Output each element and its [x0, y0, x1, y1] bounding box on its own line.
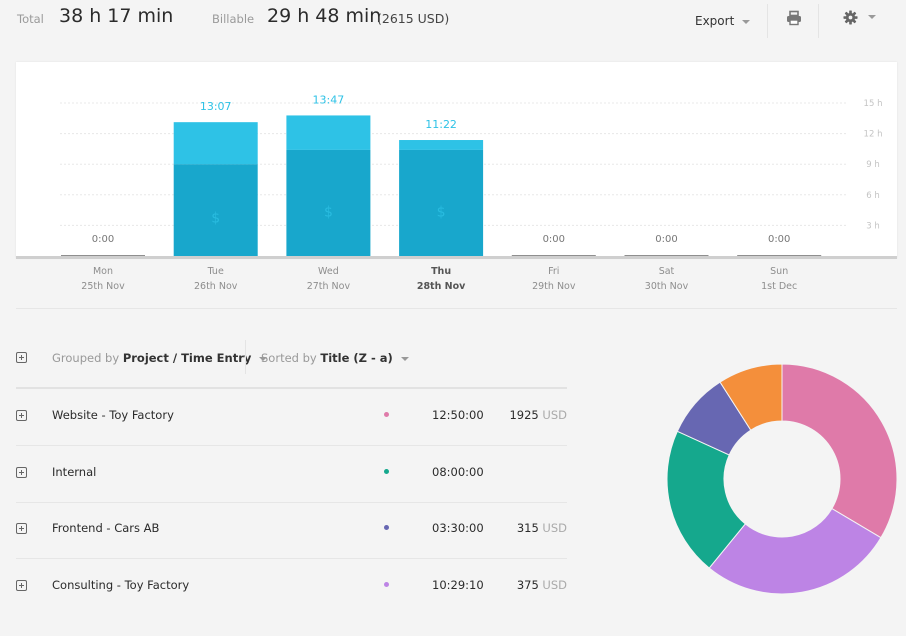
project-color-dot [384, 582, 389, 587]
non-billable-bar-segment [286, 115, 371, 150]
project-time: 03:30:00 [432, 521, 484, 535]
bar-total-label: 13:07 [200, 100, 232, 113]
date-label: 27th Nov [306, 281, 351, 292]
bar-total-label: 0:00 [655, 234, 677, 245]
list-toolbar: Grouped by Project / Time Entry Sorted b… [0, 340, 580, 374]
chevron-down-icon [400, 356, 409, 361]
weekday-label: Mon [92, 266, 114, 277]
project-row[interactable]: Consulting - Toy Factory 10:29:10 375 US… [0, 578, 580, 636]
dollar-icon: $ [324, 204, 333, 220]
plus-square-icon[interactable] [16, 352, 27, 363]
weekday-label: Fri [548, 266, 560, 277]
chart-baseline [16, 256, 897, 259]
project-name[interactable]: Consulting - Toy Factory [52, 578, 189, 592]
bar-total-label: 11:22 [425, 118, 457, 131]
bar-total-label: 0:00 [543, 234, 565, 245]
project-amount: 1925 USD [509, 408, 567, 422]
date-label: 30th Nov [644, 281, 689, 292]
dollar-icon: $ [437, 204, 446, 220]
divider [16, 308, 897, 309]
x-axis-day-label[interactable]: Tue 26th Nov [171, 264, 261, 294]
project-color-dot [384, 469, 389, 474]
date-label: 26th Nov [193, 281, 238, 292]
expand-icon[interactable] [16, 523, 27, 534]
non-billable-bar-segment [173, 122, 258, 165]
billable-bar-segment [286, 149, 371, 256]
date-label: 1st Dec [761, 281, 798, 292]
sort-by-prefix: Sorted by [261, 351, 317, 365]
weekly-bar-chart: 3 h 6 h 9 h 12 h 15 h 0:00 $13:07 $13:47 $11:22 0… [60, 93, 883, 258]
sort-by-dropdown[interactable]: Sorted by Title (Z - a) [261, 351, 409, 365]
x-axis-day-label[interactable]: Mon 25th Nov [58, 264, 148, 294]
weekday-label: Sun [770, 266, 789, 277]
bar-total-label: 0:00 [92, 234, 114, 245]
project-color-dot [384, 525, 389, 530]
x-axis-day-label[interactable]: Wed 27th Nov [283, 264, 373, 294]
group-by-prefix: Grouped by [52, 351, 120, 365]
project-row[interactable]: Website - Toy Factory 12:50:00 1925 USD [0, 408, 580, 466]
billable-bar-segment [399, 149, 484, 256]
y-tick-label: 3 h [866, 221, 880, 231]
y-tick-label: 12 h [864, 130, 883, 140]
x-axis-day-label[interactable]: Fri 29th Nov [509, 264, 599, 294]
project-donut-chart [666, 363, 898, 595]
y-tick-label: 9 h [866, 160, 880, 170]
row-divider [16, 502, 567, 503]
x-axis-day-label[interactable]: Sat 30th Nov [622, 264, 712, 294]
project-color-dot [384, 412, 389, 417]
expand-icon[interactable] [16, 580, 27, 591]
project-amount: 375 USD [517, 578, 567, 592]
project-name[interactable]: Website - Toy Factory [52, 408, 174, 422]
x-axis-day-label[interactable]: Thu 28th Nov [396, 264, 486, 294]
weekday-label: Sat [658, 266, 675, 277]
y-tick-label: 15 h [864, 99, 883, 109]
donut-slice[interactable] [781, 363, 898, 539]
project-row[interactable]: Frontend - Cars AB 03:30:00 315 USD [0, 521, 580, 579]
amount-value: 315 [516, 521, 539, 535]
expand-icon[interactable] [16, 410, 27, 421]
amount-currency: USD [542, 578, 567, 592]
project-time: 08:00:00 [432, 465, 484, 479]
y-tick-label: 6 h [866, 191, 880, 201]
weekday-label: Thu [431, 266, 452, 277]
non-billable-bar-segment [399, 140, 484, 150]
date-label: 28th Nov [416, 281, 466, 292]
row-divider [16, 558, 567, 559]
amount-currency: USD [542, 521, 567, 535]
amount-value: 375 [516, 578, 539, 592]
amount-currency: USD [542, 408, 567, 422]
weekday-label: Wed [318, 266, 339, 277]
date-label: 25th Nov [81, 281, 125, 292]
expand-icon[interactable] [16, 467, 27, 478]
sort-by-value: Title (Z - a) [320, 351, 393, 365]
weekday-label: Tue [207, 266, 224, 277]
project-name[interactable]: Internal [52, 465, 96, 479]
project-time: 10:29:10 [432, 578, 484, 592]
dollar-icon: $ [211, 211, 220, 227]
amount-value: 1925 [509, 408, 539, 422]
bar-total-label: 13:47 [313, 93, 345, 106]
project-name[interactable]: Frontend - Cars AB [52, 521, 159, 535]
bar-total-label: 0:00 [768, 234, 790, 245]
divider [245, 340, 246, 374]
project-row[interactable]: Internal 08:00:00 [0, 465, 580, 523]
group-by-value: Project / Time Entry [122, 351, 252, 365]
list-header-divider [16, 387, 567, 389]
date-label: 29th Nov [532, 281, 576, 292]
project-amount: 315 USD [517, 521, 567, 535]
x-axis-day-label[interactable]: Sun 1st Dec [734, 264, 824, 294]
project-time: 12:50:00 [432, 408, 484, 422]
group-by-dropdown[interactable]: Grouped by Project / Time Entry [52, 351, 268, 365]
row-divider [16, 445, 567, 446]
